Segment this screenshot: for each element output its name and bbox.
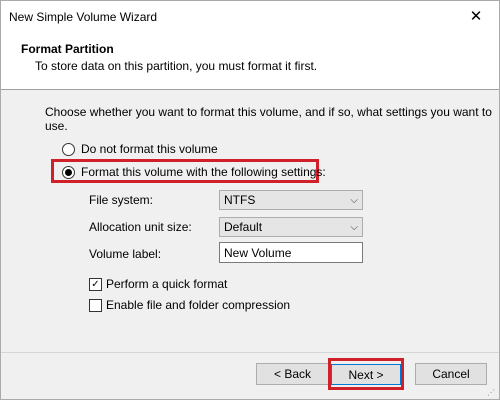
close-button[interactable]: ✕ <box>453 1 499 31</box>
compression-label: Enable file and folder compression <box>106 298 291 312</box>
radio-no-format[interactable]: Do not format this volume <box>62 142 218 156</box>
cancel-button[interactable]: Cancel <box>415 363 487 385</box>
file-system-label: File system: <box>89 193 154 207</box>
back-button[interactable]: < Back <box>256 363 329 385</box>
file-system-value: NTFS <box>224 193 256 207</box>
close-icon: ✕ <box>469 8 483 25</box>
volume-label-input[interactable]: New Volume <box>219 242 363 263</box>
radio-no-format-label: Do not format this volume <box>81 142 218 156</box>
radio-no-format-circle[interactable] <box>62 142 75 156</box>
checkmark-icon: ✓ <box>91 278 100 290</box>
wizard-window: New Simple Volume Wizard ✕ Format Partit… <box>0 0 500 400</box>
window-title: New Simple Volume Wizard <box>9 10 158 24</box>
quick-format-checkbox-row[interactable]: ✓ Perform a quick format <box>89 277 227 291</box>
file-system-select[interactable]: NTFS ⌵ <box>219 190 363 210</box>
radio-format-circle[interactable] <box>62 165 75 179</box>
chevron-down-icon: ⌵ <box>350 221 358 233</box>
next-button[interactable]: Next > <box>331 364 401 385</box>
compression-checkbox-row[interactable]: Enable file and folder compression <box>89 298 290 312</box>
page-subtitle: To store data on this partition, you mus… <box>35 59 318 73</box>
page-title: Format Partition <box>21 42 114 56</box>
title-bar: New Simple Volume Wizard ✕ <box>1 1 499 31</box>
wizard-footer: < Back Next > Cancel ⋰ <box>1 352 499 399</box>
allocation-unit-label: Allocation unit size: <box>89 220 192 234</box>
resize-grip-icon[interactable]: ⋰ <box>487 388 497 398</box>
wizard-header: Format Partition To store data on this p… <box>1 31 499 90</box>
intro-text: Choose whether you want to format this v… <box>45 105 492 133</box>
volume-label-label: Volume label: <box>89 247 162 261</box>
allocation-unit-value: Default <box>224 220 263 234</box>
quick-format-checkbox[interactable]: ✓ <box>89 277 102 291</box>
radio-format[interactable]: Format this volume with the following se… <box>62 165 326 179</box>
radio-format-label: Format this volume with the following se… <box>81 165 326 179</box>
compression-checkbox[interactable] <box>89 298 102 312</box>
volume-label-value: New Volume <box>224 245 292 260</box>
quick-format-label: Perform a quick format <box>106 277 228 291</box>
allocation-unit-select[interactable]: Default ⌵ <box>219 217 363 237</box>
wizard-content: Choose whether you want to format this v… <box>1 90 499 352</box>
chevron-down-icon: ⌵ <box>350 194 358 206</box>
